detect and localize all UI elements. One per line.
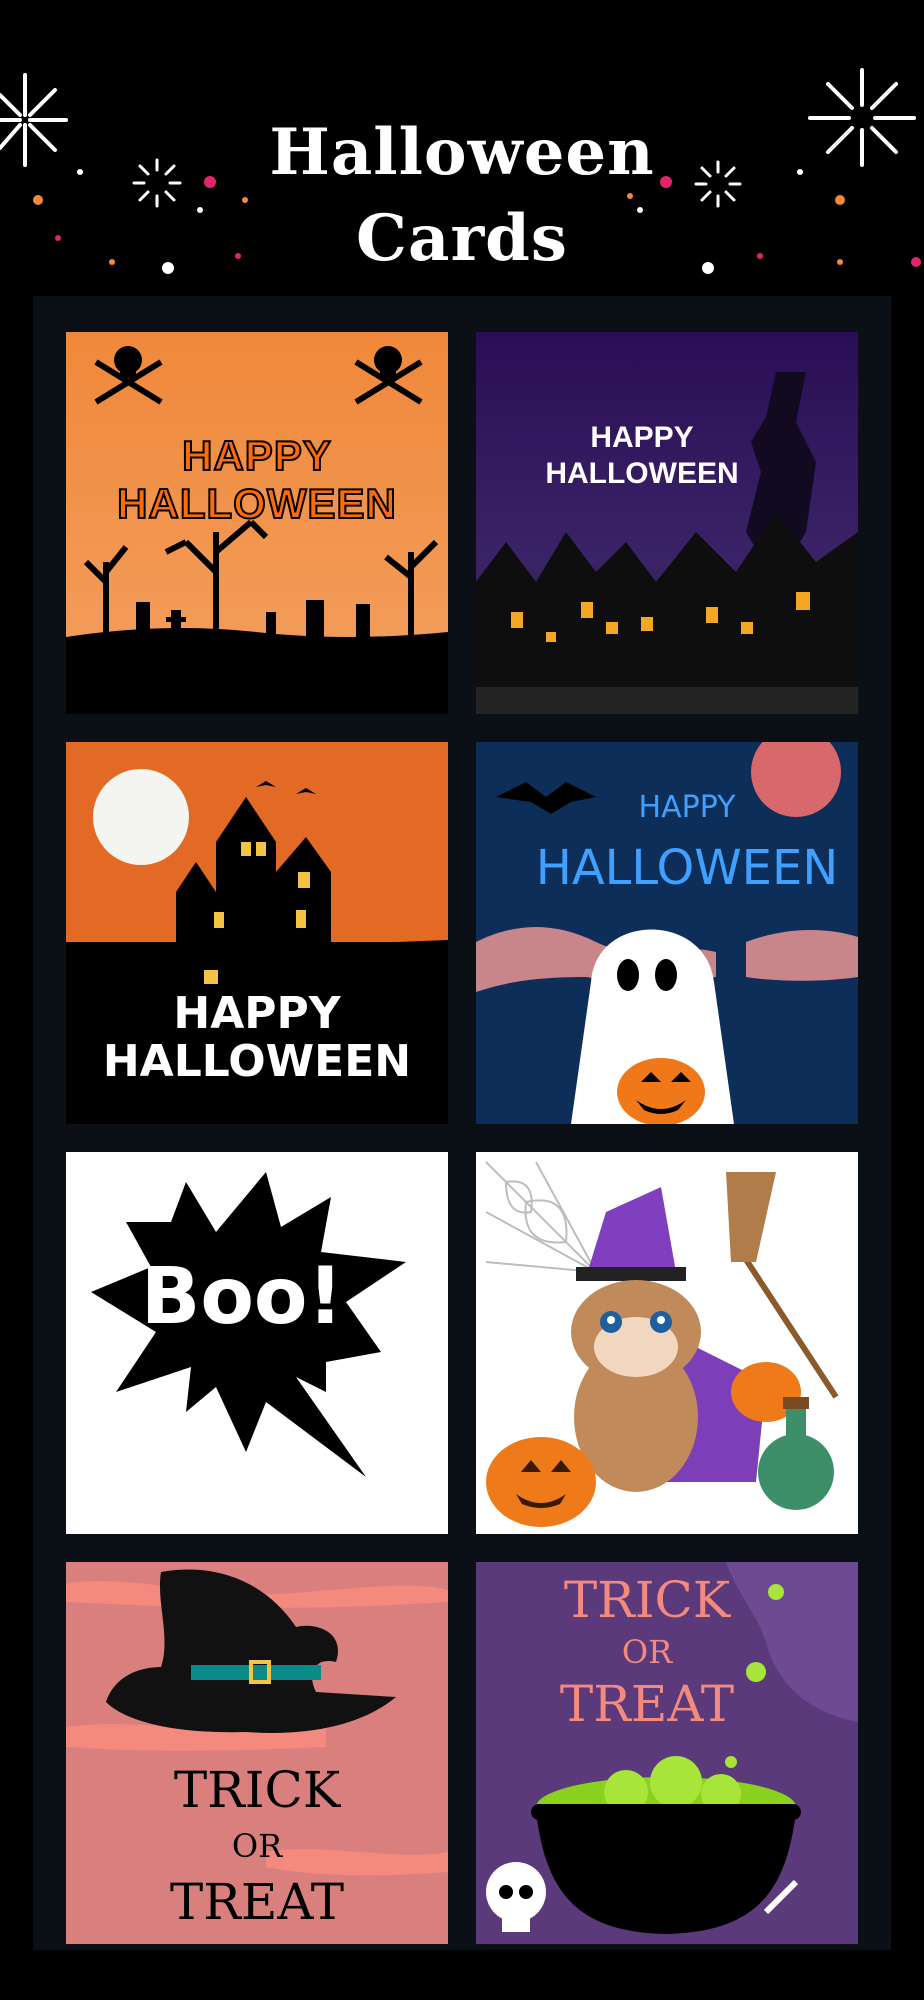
card-title-line2: HALLOWEEN (535, 840, 839, 896)
card-boo[interactable]: Boo! (66, 1152, 448, 1534)
boo-illustration (66, 1152, 448, 1534)
card-title-line1: TRICK (563, 1571, 731, 1629)
cards-grid: HAPPY HALLOWEEN HAPPY HALLOWEEN HAPPY HA… (33, 296, 891, 1950)
page-title: Halloween Cards (0, 110, 924, 282)
card-trick-or-treat-cauldron[interactable]: TRICK OR TREAT (476, 1562, 858, 1944)
card-title: HAPPY HALLOWEEN (116, 431, 397, 528)
card-title-line3: TREAT (559, 1675, 735, 1733)
card-title-line1: HAPPY (638, 790, 736, 825)
card-title-line1: HAPPY (590, 421, 694, 454)
header: Halloween Cards (0, 0, 924, 296)
card-title-line1: TRICK (173, 1761, 341, 1819)
card-title-line2: HALLOWEEN (545, 457, 739, 490)
card-happy-halloween-haunted-house[interactable]: HAPPY HALLOWEEN (66, 742, 448, 1124)
card-hamster-witch[interactable] (476, 1152, 858, 1534)
card-title-line1: HAPPY (173, 988, 341, 1039)
card-happy-halloween-witch[interactable]: HAPPY HALLOWEEN (476, 332, 858, 714)
hamster-witch-illustration (476, 1152, 858, 1534)
card-title-line2: OR (231, 1827, 283, 1865)
card-title: HAPPY HALLOWEEN (476, 420, 858, 492)
page-title-line2: Cards (356, 201, 568, 276)
card-title: Boo! (140, 1252, 344, 1342)
card-title-line3: TREAT (169, 1873, 345, 1931)
card-title: TRICK OR TREAT (66, 1762, 448, 1930)
card-trick-or-treat-hat[interactable]: TRICK OR TREAT (66, 1562, 448, 1944)
pumpkin-icon (486, 1437, 596, 1527)
jack-o-lantern-icon (617, 1058, 705, 1124)
witch-house-illustration (476, 332, 858, 714)
card-happy-halloween-ghost[interactable]: HAPPY HALLOWEEN (476, 742, 858, 1124)
card-title: HAPPY HALLOWEEN (516, 778, 858, 898)
card-title-line2: HALLOWEEN (102, 1036, 412, 1087)
card-happy-halloween-graveyard[interactable]: HAPPY HALLOWEEN (66, 332, 448, 714)
card-title: HAPPY HALLOWEEN (66, 990, 448, 1086)
card-title-line2: OR (621, 1633, 673, 1671)
page-title-line1: Halloween (269, 115, 655, 190)
moon-icon (93, 769, 189, 865)
card-title: TRICK OR TREAT (476, 1574, 858, 1730)
